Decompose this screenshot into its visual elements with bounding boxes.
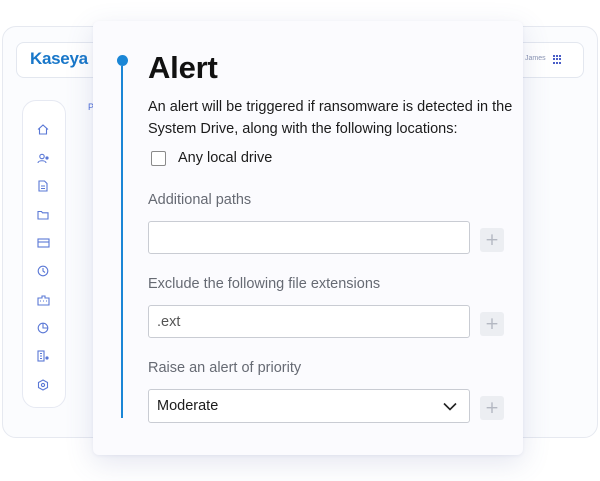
any-local-drive-label: Any local drive [178, 150, 273, 166]
settings-icon[interactable] [36, 379, 50, 391]
priority-label: Raise an alert of priority [148, 360, 302, 376]
additional-paths-input[interactable] [148, 221, 470, 254]
kaseya-logo: Kaseya [30, 49, 88, 68]
office-icon[interactable] [36, 350, 50, 362]
building-icon[interactable] [36, 294, 50, 306]
chevron-down-icon [443, 402, 457, 411]
priority-selected-value: Moderate [157, 398, 219, 414]
folder-icon[interactable] [36, 209, 50, 221]
alert-title: Alert [148, 50, 218, 85]
alert-description: An alert will be triggered if ransomware… [148, 99, 513, 137]
users-icon[interactable] [36, 152, 50, 164]
any-local-drive-checkbox[interactable] [151, 150, 166, 166]
exclude-extensions-label: Exclude the following file extensions [148, 276, 381, 292]
card-icon[interactable] [36, 237, 50, 249]
chart-icon[interactable] [36, 322, 50, 334]
add-path-button[interactable]: + [480, 228, 504, 252]
any-local-drive-option[interactable]: Any local drive [151, 150, 272, 166]
additional-paths-label: Additional paths [148, 192, 252, 208]
add-priority-button[interactable]: + [480, 396, 504, 420]
clock-icon[interactable] [36, 265, 50, 277]
timeline-line [121, 66, 123, 418]
priority-select[interactable]: Moderate [148, 389, 470, 423]
timeline-dot [117, 55, 128, 66]
exclude-extensions-input[interactable] [148, 305, 470, 338]
home-icon[interactable] [36, 123, 50, 135]
document-icon[interactable] [36, 180, 50, 192]
user-name[interactable]: James [525, 55, 546, 62]
apps-grid-icon[interactable] [553, 55, 562, 64]
add-extension-button[interactable]: + [480, 312, 504, 336]
